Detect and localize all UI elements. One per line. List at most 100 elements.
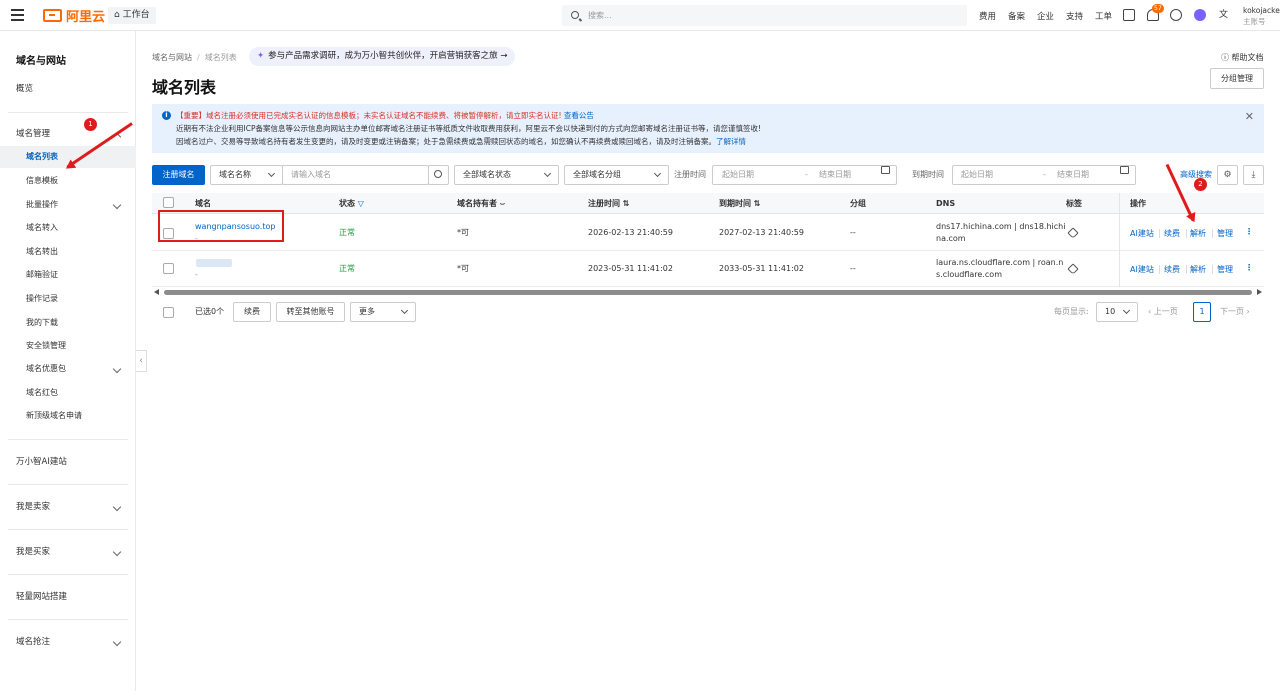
nav-ticket[interactable]: 工单 (1095, 10, 1112, 22)
nav-support[interactable]: 支持 (1066, 10, 1083, 22)
sidebar-item-info-template[interactable]: 信息模板 (0, 170, 136, 192)
chevron-down-icon (543, 169, 552, 178)
promo-banner[interactable]: ✦ 参与产品需求调研，成为万小智共创伙伴，开启营销获客之旅 → (249, 47, 516, 66)
aliyun-logo[interactable]: 阿里云 (43, 7, 105, 25)
sort-icon: ⇅ (622, 199, 630, 208)
sidebar-section-ai-site[interactable]: 万小智AI建站 (0, 451, 136, 473)
sidebar-item-discount-pack[interactable]: 域名优惠包 (0, 358, 136, 380)
help-icon[interactable] (1170, 9, 1182, 21)
search-button[interactable] (428, 165, 449, 185)
table-header: 域名 状态 ▽ 域名持有者 ⌣ 注册时间 ⇅ 到期时间 ⇅ 分组 DNS 标签 … (152, 193, 1264, 214)
table-row: - 正常 *可 2023-05-31 11:41:02 2033-05-31 1… (152, 251, 1264, 287)
scroll-right-icon[interactable] (1257, 289, 1262, 295)
sidebar-section-domain-snap[interactable]: 域名抢注 (0, 631, 136, 653)
notification-badge: 57 (1152, 4, 1164, 13)
sidebar-section-light-site[interactable]: 轻量网站搭建 (0, 586, 136, 608)
dns-resolve-button[interactable]: 解析 (1190, 228, 1206, 239)
exp-date-range[interactable]: 起始日期 - 结束日期 (952, 165, 1136, 185)
transfer-account-button[interactable]: 转至其他账号 (276, 302, 345, 322)
sidebar: 域名与网站 概览 域名管理 域名列表 信息模板 批量操作 域名转入 域名转出 邮… (0, 31, 136, 691)
user-account[interactable]: kokojacket 主账号 (1243, 5, 1280, 27)
download-icon[interactable]: ⤓ (1243, 165, 1264, 185)
sidebar-collapse-toggle[interactable]: ‹ (136, 350, 147, 372)
page-size-select[interactable]: 10 (1096, 302, 1138, 322)
group-mgmt-button[interactable]: 分组管理 (1210, 68, 1264, 89)
ai-assistant-icon[interactable] (1194, 9, 1206, 21)
divider (8, 112, 128, 113)
row-checkbox[interactable] (163, 263, 174, 274)
scroll-left-icon[interactable] (154, 289, 159, 295)
divider (8, 619, 128, 620)
terminal-icon[interactable] (1123, 9, 1135, 21)
select-all-checkbox[interactable] (163, 197, 174, 208)
nav-enterprise[interactable]: 企业 (1037, 10, 1054, 22)
sidebar-item-op-log[interactable]: 操作记录 (0, 288, 136, 310)
nav-fee[interactable]: 费用 (979, 10, 996, 22)
renew-button[interactable]: 续费 (1164, 228, 1180, 239)
scroll-thumb[interactable] (164, 290, 1252, 295)
status-select[interactable]: 全部域名状态 (454, 165, 559, 185)
bulk-renew-button[interactable]: 续费 (233, 302, 271, 322)
workbench-button[interactable]: ⌂ 工作台 (108, 7, 156, 24)
prev-page-button[interactable]: ‹ 上一页 (1148, 302, 1178, 322)
more-icon[interactable]: ⋮ (1245, 263, 1253, 272)
chevron-down-icon (112, 547, 122, 557)
sidebar-item-new-tld[interactable]: 新顶级域名申请 (0, 405, 136, 427)
language-icon[interactable]: 文 (1219, 9, 1231, 21)
highlight-box (158, 210, 284, 242)
sidebar-section-seller[interactable]: 我是卖家 (0, 496, 136, 518)
breadcrumb-item[interactable]: 域名与网站 (152, 53, 192, 62)
register-domain-button[interactable]: 注册域名 (152, 165, 205, 185)
renew-button[interactable]: 续费 (1164, 264, 1180, 275)
filter-icon: ▽ (357, 199, 364, 208)
blurred-domain[interactable] (196, 259, 232, 267)
close-icon[interactable]: ✕ (1245, 110, 1254, 123)
sidebar-item-batch-ops[interactable]: 批量操作 (0, 194, 136, 216)
global-search-input[interactable]: 搜索... (562, 5, 967, 26)
sidebar-item-transfer-in[interactable]: 域名转入 (0, 217, 136, 239)
menu-icon[interactable] (11, 9, 24, 21)
annotation-badge-2: 2 (1194, 178, 1207, 191)
col-status[interactable]: 状态 ▽ (339, 193, 364, 214)
select-all-checkbox[interactable] (163, 307, 174, 318)
view-announcement-link[interactable]: 查看公告 (564, 111, 594, 120)
search-icon (434, 170, 442, 178)
sidebar-item-email-verify[interactable]: 邮箱验证 (0, 264, 136, 286)
dns-resolve-button[interactable]: 解析 (1190, 264, 1206, 275)
more-icon[interactable]: ⋮ (1245, 227, 1253, 236)
col-dns: DNS (936, 199, 956, 208)
domain-search-input[interactable]: 请输入域名 (282, 165, 429, 185)
next-page-button[interactable]: 下一页 › (1220, 302, 1250, 322)
col-exp-time[interactable]: 到期时间 ⇅ (719, 193, 761, 214)
top-bar: 阿里云 ⌂ 工作台 搜索... 费用 备案 企业 支持 工单 57 文 koko… (0, 0, 1280, 31)
nav-beian[interactable]: 备案 (1008, 10, 1025, 22)
group-select[interactable]: 全部域名分组 (564, 165, 669, 185)
divider (8, 484, 128, 485)
info-icon: i (162, 111, 171, 120)
sidebar-item-transfer-out[interactable]: 域名转出 (0, 241, 136, 263)
search-type-select[interactable]: 域名名称 (210, 165, 283, 185)
divider (1212, 265, 1213, 274)
help-docs-link[interactable]: ⓘ 帮助文档 (1221, 52, 1264, 63)
ai-site-button[interactable]: AI建站 (1130, 264, 1154, 275)
eye-icon[interactable]: ⌣ (500, 199, 505, 208)
learn-more-link[interactable]: 了解详情 (716, 137, 746, 146)
reg-date-range[interactable]: 起始日期 - 结束日期 (712, 165, 897, 185)
sidebar-item-downloads[interactable]: 我的下载 (0, 312, 136, 334)
sidebar-item-overview[interactable]: 概览 (0, 78, 136, 100)
sidebar-section-buyer[interactable]: 我是买家 (0, 541, 136, 563)
settings-icon[interactable]: ⚙ (1217, 165, 1238, 185)
col-reg-time[interactable]: 注册时间 ⇅ (588, 193, 630, 214)
horizontal-scrollbar[interactable] (152, 289, 1264, 296)
sidebar-item-red-packet[interactable]: 域名红包 (0, 382, 136, 404)
tag-icon[interactable] (1067, 227, 1079, 239)
sidebar-item-security-lock[interactable]: 安全锁管理 (0, 335, 136, 357)
manage-button[interactable]: 管理 (1217, 264, 1233, 275)
more-actions-select[interactable]: 更多 (350, 302, 416, 322)
page-1-button[interactable]: 1 (1193, 302, 1211, 322)
tag-icon[interactable] (1067, 263, 1079, 275)
col-group: 分组 (850, 199, 866, 208)
ai-site-button[interactable]: AI建站 (1130, 228, 1154, 239)
manage-button[interactable]: 管理 (1217, 228, 1233, 239)
chevron-down-icon (112, 364, 122, 374)
